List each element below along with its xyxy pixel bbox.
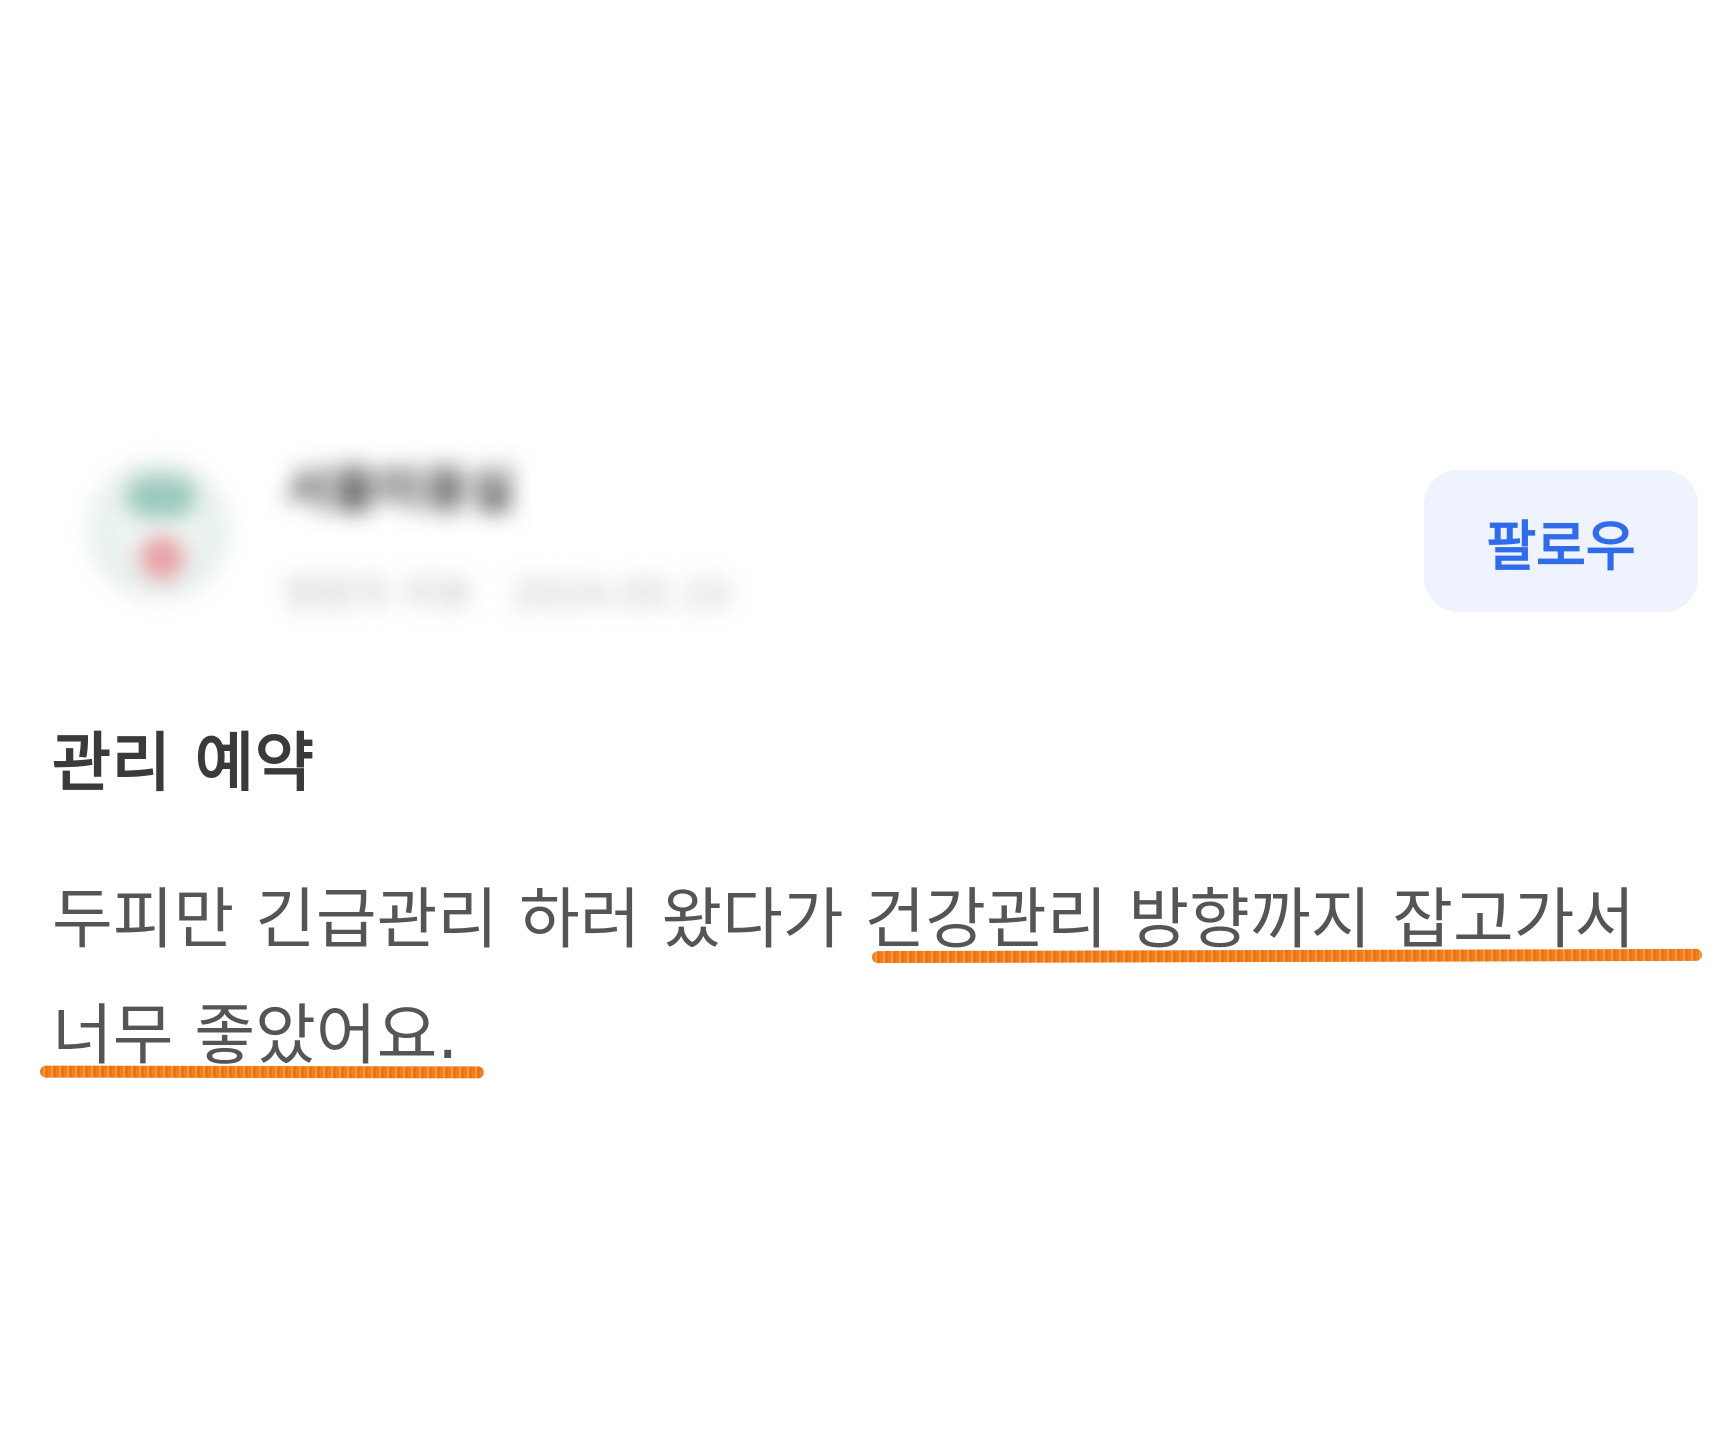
review-body: 두피만 긴급관리 하러 왔다가 건강관리 방향까지 잡고가서 너무 좋았어요. <box>52 862 1712 1094</box>
reviewer-meta-item: 방문자 리뷰 <box>285 572 472 616</box>
reviewer-meta: 방문자 리뷰 2024.05.10 <box>285 563 729 618</box>
highlight-underline <box>39 1065 485 1079</box>
reviewer-meta-item: 2024.05.10 <box>511 572 730 616</box>
reviewer-name[interactable]: 서울미용실 <box>285 450 515 522</box>
reviewer-profile: 서울미용실 방문자 리뷰 2024.05.10 <box>0 388 780 673</box>
avatar-shape-top <box>126 476 196 518</box>
avatar[interactable] <box>88 458 230 600</box>
review-title: 관리 예약 <box>52 727 315 801</box>
highlight-underline <box>871 948 1703 964</box>
follow-button[interactable]: 팔로우 <box>1424 470 1698 612</box>
avatar-shape-bottom <box>140 536 184 580</box>
